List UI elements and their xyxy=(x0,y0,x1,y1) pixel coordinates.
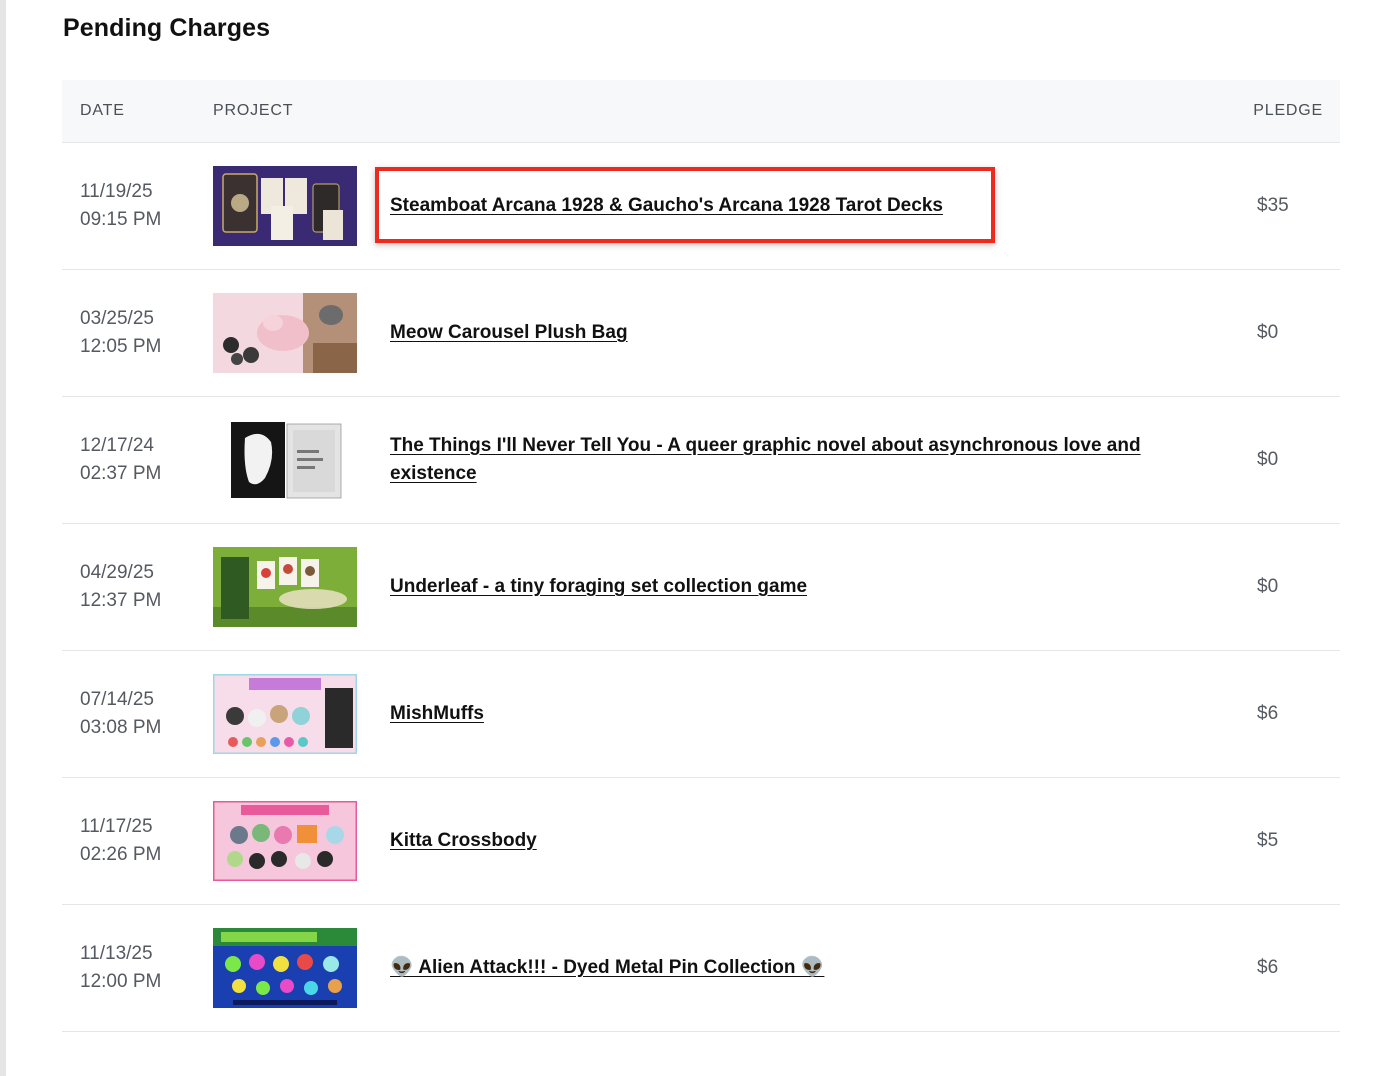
pledge-date-time: 12:00 PM xyxy=(80,971,162,992)
card-game-thumbnail[interactable] xyxy=(213,547,357,627)
pledge-amount: $0 xyxy=(1257,322,1279,343)
alien-pins-thumbnail[interactable] xyxy=(213,928,357,1008)
pledge-amount: $0 xyxy=(1257,576,1279,597)
pledge-date: 07/14/25 03:08 PM xyxy=(80,651,161,777)
table-row: 07/14/25 03:08 PM MishMuffs $6 xyxy=(62,651,1340,778)
project-link-cell: Underleaf - a tiny foraging set collecti… xyxy=(390,524,1210,650)
pledge-amount: $35 xyxy=(1257,195,1289,216)
pledge-date-day: 04/29/25 xyxy=(80,562,154,583)
plush-bag-thumbnail[interactable] xyxy=(213,293,357,373)
table-row: 12/17/24 02:37 PM The Things I'll Never … xyxy=(62,397,1340,524)
pledge-amount: $5 xyxy=(1257,830,1279,851)
column-header-project: PROJECT xyxy=(213,102,294,119)
table-header: DATE PROJECT PLEDGE xyxy=(62,80,1340,143)
pledge-date-time: 03:08 PM xyxy=(80,717,162,738)
pledge-date: 12/17/24 02:37 PM xyxy=(80,397,161,523)
crossbody-bag-thumbnail[interactable] xyxy=(213,801,357,881)
pledge-date-day: 11/13/25 xyxy=(80,943,153,964)
table-row: 11/17/25 02:26 PM Kitta Crossbody $5 xyxy=(62,778,1340,905)
pledge-date: 11/13/25 12:00 PM xyxy=(80,905,161,1031)
pledge-amount: $6 xyxy=(1257,957,1279,978)
pledge-date: 04/29/25 12:37 PM xyxy=(80,524,161,650)
pledge-date-day: 11/19/25 xyxy=(80,181,153,202)
table-row: 11/13/25 12:00 PM 👽 Alien Attack!!! - Dy… xyxy=(62,905,1340,1032)
project-link[interactable]: 👽 Alien Attack!!! - Dyed Metal Pin Colle… xyxy=(390,954,824,982)
pledge-date-time: 09:15 PM xyxy=(80,209,162,230)
pledge-date: 11/19/25 09:15 PM xyxy=(80,143,161,269)
pledge-date-time: 02:26 PM xyxy=(80,844,162,865)
graphic-novel-thumbnail[interactable] xyxy=(213,420,357,500)
project-link-cell: Meow Carousel Plush Bag xyxy=(390,270,1210,396)
project-link[interactable]: Underleaf - a tiny foraging set collecti… xyxy=(390,573,807,601)
tarot-deck-thumbnail[interactable] xyxy=(213,166,357,246)
pending-charges-table: DATE PROJECT PLEDGE 11/19/25 09:15 PM St… xyxy=(62,80,1340,1032)
pending-charges-page: Pending Charges DATE PROJECT PLEDGE 11/1… xyxy=(0,0,1396,1076)
project-link[interactable]: Meow Carousel Plush Bag xyxy=(390,319,628,347)
pledge-date-day: 11/17/25 xyxy=(80,816,153,837)
column-header-pledge: PLEDGE xyxy=(1253,102,1323,119)
pledge-amount: $6 xyxy=(1257,703,1279,724)
pledge-date-time: 12:37 PM xyxy=(80,590,162,611)
project-link-cell: MishMuffs xyxy=(390,651,1210,777)
column-header-date: DATE xyxy=(80,102,125,119)
project-link[interactable]: MishMuffs xyxy=(390,700,484,728)
pledge-date: 11/17/25 02:26 PM xyxy=(80,778,161,904)
pledge-amount: $0 xyxy=(1257,449,1279,470)
pledge-date-day: 03/25/25 xyxy=(80,308,154,329)
plush-toys-thumbnail[interactable] xyxy=(213,674,357,754)
project-link[interactable]: Kitta Crossbody xyxy=(390,827,537,855)
project-link-cell: Steamboat Arcana 1928 & Gaucho's Arcana … xyxy=(390,143,1210,269)
project-link-cell: 👽 Alien Attack!!! - Dyed Metal Pin Colle… xyxy=(390,905,1210,1031)
pledge-date-day: 07/14/25 xyxy=(80,689,154,710)
project-link-cell: Kitta Crossbody xyxy=(390,778,1210,904)
pledge-date-time: 02:37 PM xyxy=(80,463,162,484)
project-link[interactable]: The Things I'll Never Tell You - A queer… xyxy=(390,432,1210,488)
page-title: Pending Charges xyxy=(63,14,271,42)
left-edge-divider xyxy=(0,0,6,1076)
pledge-date: 03/25/25 12:05 PM xyxy=(80,270,161,396)
table-row: 11/19/25 09:15 PM Steamboat Arcana 1928 xyxy=(62,143,1340,270)
table-row: 04/29/25 12:37 PM Underleaf - a tiny for… xyxy=(62,524,1340,651)
project-link[interactable]: Steamboat Arcana 1928 & Gaucho's Arcana … xyxy=(390,192,943,220)
project-link-cell: The Things I'll Never Tell You - A queer… xyxy=(390,397,1210,523)
pledge-date-day: 12/17/24 xyxy=(80,435,154,456)
table-row: 03/25/25 12:05 PM Meow Carousel Plush Ba… xyxy=(62,270,1340,397)
pledge-date-time: 12:05 PM xyxy=(80,336,162,357)
